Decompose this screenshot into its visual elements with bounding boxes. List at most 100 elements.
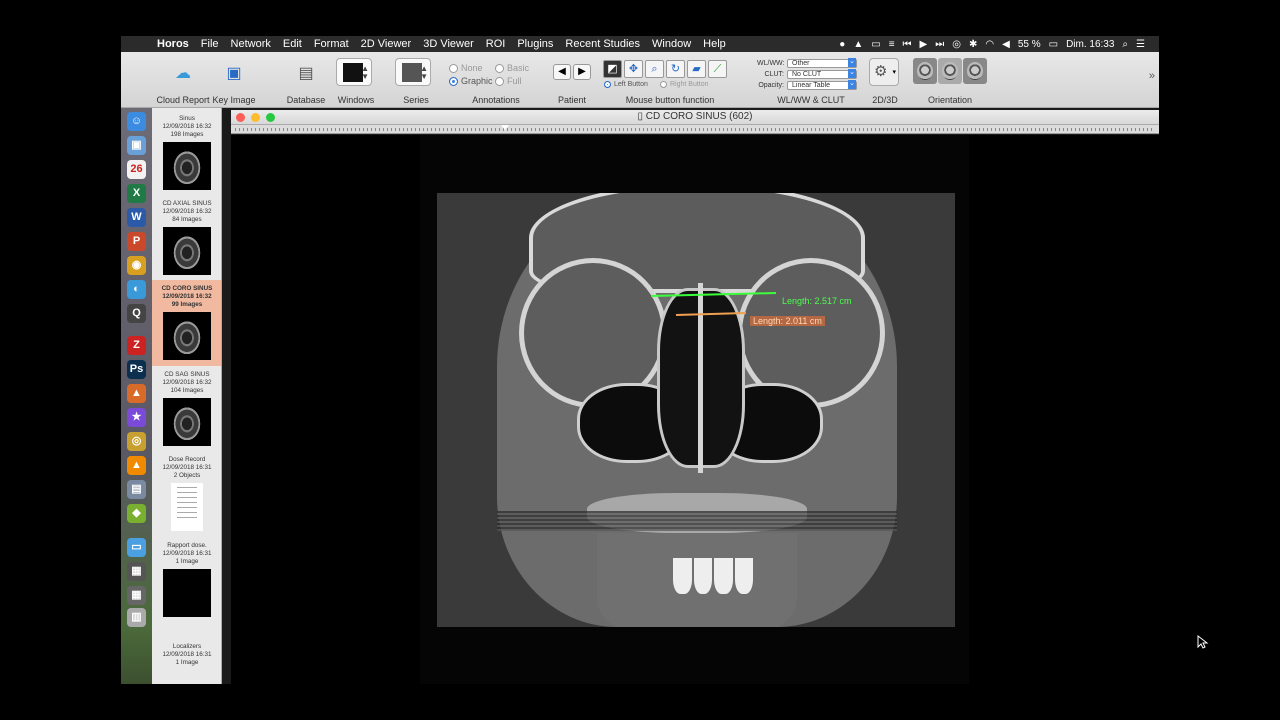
menu-2d-viewer[interactable]: 2D Viewer bbox=[355, 38, 418, 50]
next-patient-button[interactable]: ▶ bbox=[573, 64, 591, 80]
ct-coronal-image[interactable] bbox=[437, 193, 955, 627]
key-image-tool[interactable]: ▣ Key Image bbox=[211, 52, 257, 108]
menu-network[interactable]: Network bbox=[225, 38, 277, 50]
pyramid-icon[interactable]: ▲ bbox=[127, 384, 146, 403]
zoom-tool-icon[interactable]: ⌕ bbox=[645, 60, 664, 78]
annotation-graphic-radio[interactable]: Graphic bbox=[449, 76, 493, 86]
clut-select[interactable]: No CLUT bbox=[787, 68, 857, 79]
series-item[interactable]: Dose Record 12/09/2018 16:31 2 Objects bbox=[152, 451, 221, 537]
menu-roi[interactable]: ROI bbox=[480, 38, 512, 50]
wifi-icon[interactable]: ◠ bbox=[985, 39, 994, 50]
length-tool-icon[interactable]: ⟋ bbox=[708, 60, 727, 78]
word-icon[interactable]: W bbox=[127, 208, 146, 227]
menu-window[interactable]: Window bbox=[646, 38, 697, 50]
prev-track-icon[interactable]: ⏮ bbox=[903, 39, 912, 50]
move-tool-icon[interactable]: ✥ bbox=[624, 60, 643, 78]
calendar-icon[interactable]: 26 bbox=[127, 160, 146, 179]
trash-icon[interactable]: ▥ bbox=[127, 608, 146, 627]
series-tool[interactable]: ▲ ▼ Series bbox=[393, 52, 439, 108]
spotlight-icon[interactable]: ⌕ bbox=[1122, 39, 1128, 50]
series-item[interactable]: CD SAG SINUS 12/09/2018 16:32 104 Images bbox=[152, 366, 221, 452]
image-viewer[interactable]: Length: 2.517 cm Length: 2.011 cm bbox=[231, 135, 1159, 684]
display-icon[interactable]: ▭ bbox=[871, 39, 880, 50]
database-icon[interactable]: ▤ bbox=[293, 60, 319, 86]
wlww-select[interactable]: Other bbox=[787, 57, 857, 68]
series-item[interactable]: CD AXIAL SINUS 12/09/2018 16:32 84 Images bbox=[152, 195, 221, 281]
axial-orientation-icon[interactable] bbox=[913, 58, 937, 84]
wlww-row: WL/WW: Other bbox=[757, 57, 857, 68]
zotero-icon[interactable]: Z bbox=[127, 336, 146, 355]
record-icon[interactable]: ● bbox=[839, 39, 845, 50]
key-image-icon[interactable]: ▣ bbox=[221, 60, 247, 86]
preview-icon[interactable]: ▣ bbox=[127, 136, 146, 155]
menu-recent-studies[interactable]: Recent Studies bbox=[559, 38, 646, 50]
opacity-select[interactable]: Linear Table bbox=[787, 79, 857, 90]
finder-icon[interactable]: ☺ bbox=[127, 112, 146, 131]
chrome-icon[interactable]: ◉ bbox=[127, 256, 146, 275]
sagittal-orientation-icon[interactable] bbox=[963, 58, 987, 84]
volume-icon[interactable]: ◀ bbox=[1002, 39, 1010, 50]
windows-button[interactable]: ▲ ▼ bbox=[336, 58, 372, 86]
menu-format[interactable]: Format bbox=[308, 38, 355, 50]
speaker-icon[interactable]: ◎ bbox=[127, 432, 146, 451]
series-item[interactable]: Sinus 12/09/2018 16:32 198 Images bbox=[152, 110, 221, 196]
sync-icon[interactable]: ◎ bbox=[952, 39, 961, 50]
slider-knob[interactable] bbox=[501, 125, 509, 130]
2d3d-button[interactable]: ⚙ ▾ bbox=[869, 58, 899, 86]
next-track-icon[interactable]: ⏭ bbox=[935, 39, 944, 50]
viewer-title: CD CORO SINUS (602) bbox=[645, 111, 753, 122]
toolbar-overflow-icon[interactable]: » bbox=[1149, 70, 1155, 82]
annotation-full-radio[interactable]: Full bbox=[495, 76, 522, 86]
excel-icon[interactable]: X bbox=[127, 184, 146, 203]
mouse-cursor-icon bbox=[1197, 635, 1209, 649]
imovie-icon[interactable]: ★ bbox=[127, 408, 146, 427]
series-item[interactable]: Rapport dose. 12/09/2018 16:31 1 Image bbox=[152, 537, 221, 623]
series-button[interactable]: ▲ ▼ bbox=[395, 58, 431, 86]
battery-icon[interactable]: ▭ bbox=[1049, 39, 1058, 50]
stack-icon[interactable]: ▦ bbox=[127, 562, 146, 581]
cloud-report-icon[interactable]: ☁ bbox=[170, 60, 196, 86]
series-item-selected[interactable]: CD CORO SINUS 12/09/2018 16:32 99 Images bbox=[152, 280, 221, 366]
alert-icon[interactable]: ▲ bbox=[853, 39, 863, 50]
series-thumbnail bbox=[163, 483, 211, 531]
image-slider[interactable] bbox=[231, 125, 1159, 134]
horos-icon[interactable]: ◐ bbox=[127, 280, 146, 299]
left-button-radio[interactable]: Left Button bbox=[604, 81, 648, 88]
photo-icon[interactable]: ▤ bbox=[127, 480, 146, 499]
photoshop-icon[interactable]: Ps bbox=[127, 360, 146, 379]
annotations-group: None Basic Graphic Full Annotations bbox=[443, 52, 549, 108]
vlc-icon[interactable]: ▲ bbox=[127, 456, 146, 475]
menu-3d-viewer[interactable]: 3D Viewer bbox=[417, 38, 480, 50]
series-item[interactable]: Localizers 12/09/2018 16:31 1 Image bbox=[152, 638, 221, 684]
rotate-tool-icon[interactable]: ↻ bbox=[666, 60, 685, 78]
list-icon[interactable]: ≡ bbox=[889, 39, 895, 50]
right-button-radio[interactable]: Right Button bbox=[660, 81, 709, 88]
play-icon[interactable]: ▶ bbox=[920, 39, 928, 50]
menu-file[interactable]: File bbox=[195, 38, 225, 50]
android-icon[interactable]: ◆ bbox=[127, 504, 146, 523]
menu-plugins[interactable]: Plugins bbox=[511, 38, 559, 50]
wlww-tool-icon[interactable]: ◩ bbox=[603, 60, 622, 78]
quicktime-icon[interactable]: Q bbox=[127, 304, 146, 323]
bluetooth-icon[interactable]: ✱ bbox=[969, 39, 977, 50]
menu-app[interactable]: Horos bbox=[151, 38, 195, 50]
notification-icon[interactable]: ☰ bbox=[1136, 39, 1145, 50]
database-label: Database bbox=[286, 95, 326, 105]
stack2-icon[interactable]: ▦ bbox=[127, 586, 146, 605]
annotation-none-radio[interactable]: None bbox=[449, 63, 483, 73]
length-label-green[interactable]: Length: 2.517 cm bbox=[782, 296, 852, 306]
database-tool[interactable]: ▤ Database bbox=[283, 52, 329, 108]
menubar-clock[interactable]: Dim. 16:33 bbox=[1066, 39, 1114, 50]
prev-patient-button[interactable]: ◀ bbox=[553, 64, 571, 80]
menu-edit[interactable]: Edit bbox=[277, 38, 308, 50]
coronal-orientation-icon[interactable] bbox=[938, 58, 962, 84]
annotation-basic-radio[interactable]: Basic bbox=[495, 63, 529, 73]
length-label-orange[interactable]: Length: 2.011 cm bbox=[750, 316, 825, 326]
menu-help[interactable]: Help bbox=[697, 38, 732, 50]
powerpoint-icon[interactable]: P bbox=[127, 232, 146, 251]
windows-tool[interactable]: ▲ ▼ Windows bbox=[333, 52, 379, 108]
cloud-report-tool[interactable]: ☁ Cloud Report bbox=[155, 52, 211, 108]
orientation-group: Orientation bbox=[911, 52, 989, 108]
folder-icon[interactable]: ▭ bbox=[127, 538, 146, 557]
scroll-tool-icon[interactable]: ▰ bbox=[687, 60, 706, 78]
